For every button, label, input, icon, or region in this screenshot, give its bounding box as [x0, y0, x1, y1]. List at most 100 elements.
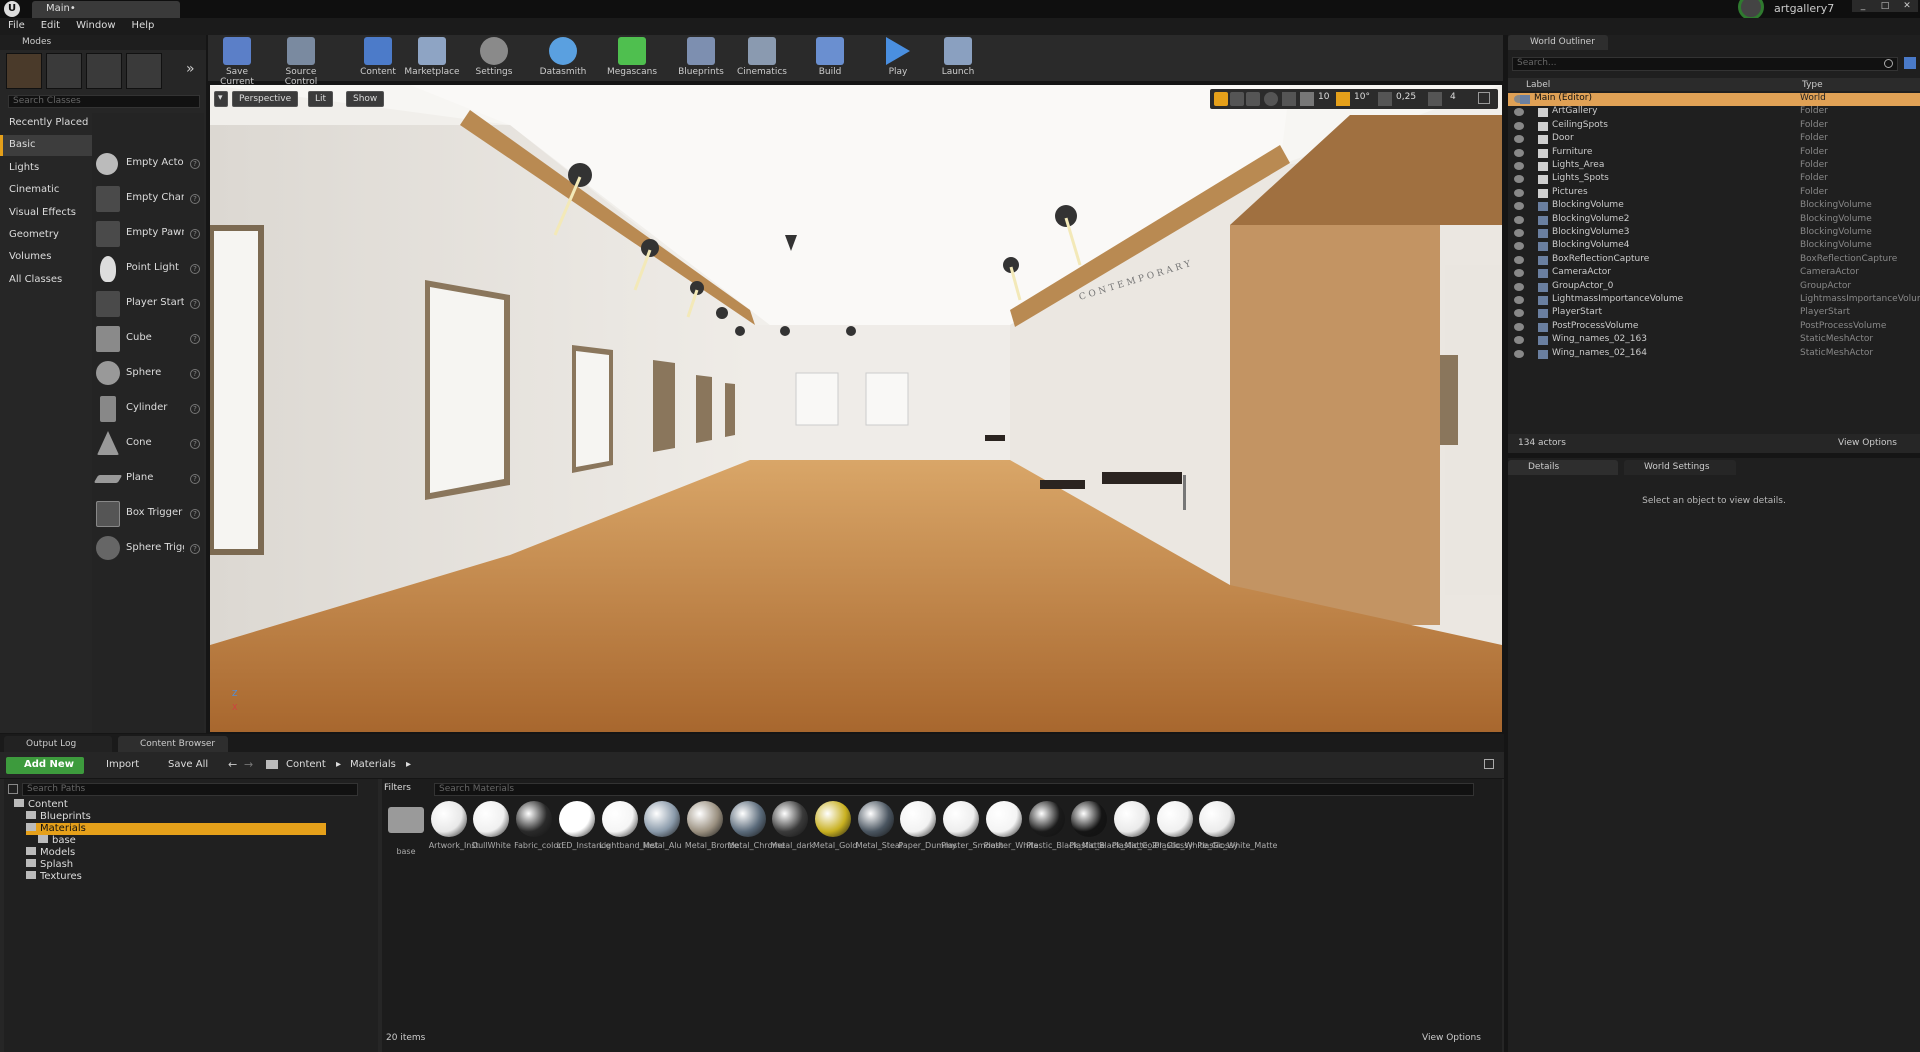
outliner-row[interactable]: BlockingVolume2 BlockingVolume [1508, 214, 1920, 227]
asset-tile[interactable]: Plastic_Color_Glossy [1112, 801, 1193, 871]
asset-tile[interactable]: Metal_Alu [642, 801, 682, 871]
asset-tile[interactable]: Lightband_Inst [600, 801, 658, 871]
asset-tile[interactable]: Plastic_White_Matte [1197, 801, 1277, 871]
visibility-eye-icon[interactable] [1514, 255, 1524, 264]
folder-tree-item[interactable]: Textures [26, 871, 82, 883]
world-local-icon[interactable] [1264, 92, 1278, 106]
world-outliner-tab[interactable]: World Outliner [1508, 35, 1608, 50]
visibility-eye-icon[interactable] [1514, 148, 1524, 157]
camera-speed-value[interactable]: 4 [1450, 92, 1456, 102]
play-button[interactable]: Play [878, 37, 918, 81]
asset-tile[interactable]: base [386, 801, 426, 871]
datasmith-button[interactable]: Datasmith [538, 37, 588, 81]
outliner-row[interactable]: Wing_names_02_164 StaticMeshActor [1508, 348, 1920, 361]
category-cinematic[interactable]: Cinematic [0, 180, 92, 201]
help-icon[interactable]: ? [190, 194, 200, 204]
outliner-row[interactable]: BoxReflectionCapture BoxReflectionCapture [1508, 254, 1920, 267]
perspective-button[interactable]: Perspective [232, 91, 299, 107]
add-new-button[interactable]: Add New [6, 757, 84, 774]
place-item[interactable]: Cylinder? [92, 392, 204, 426]
help-icon[interactable]: ? [190, 544, 200, 554]
category-all-classes[interactable]: All Classes [0, 270, 92, 291]
help-icon[interactable]: ? [190, 404, 200, 414]
folder-tree-item[interactable]: Materials [26, 823, 326, 835]
visibility-eye-icon[interactable] [1514, 242, 1524, 251]
asset-tile[interactable]: Metal_Bronze [685, 801, 739, 871]
category-visual-effects[interactable]: Visual Effects [0, 203, 92, 224]
help-icon[interactable]: ? [190, 159, 200, 169]
lock-icon[interactable] [1484, 759, 1494, 769]
asset-tile[interactable]: LED_Instance [557, 801, 611, 871]
translate-icon[interactable] [1214, 92, 1228, 106]
type-column-header[interactable]: Type [1802, 80, 1823, 90]
scale-snap-icon[interactable] [1378, 92, 1392, 106]
menu-window[interactable]: Window [68, 18, 123, 31]
assets-view-options-button[interactable]: View Options [1422, 1033, 1481, 1043]
visibility-eye-icon[interactable] [1514, 202, 1524, 211]
menu-file[interactable]: File [0, 18, 33, 31]
outliner-row[interactable]: ArtGallery Folder [1508, 106, 1920, 119]
rotation-snap-icon[interactable] [1336, 92, 1350, 106]
visibility-eye-icon[interactable] [1514, 269, 1524, 278]
import-button[interactable]: Import [94, 759, 139, 770]
place-item[interactable]: Box Trigger? [92, 497, 204, 531]
view-options-button[interactable]: View Options [1838, 438, 1897, 448]
asset-tile[interactable]: Metal_dark [770, 801, 814, 871]
breadcrumb-materials[interactable]: Materials [350, 759, 396, 770]
outliner-search-input[interactable]: Search... [1512, 57, 1898, 71]
asset-tile[interactable]: Artwork_Inst [429, 801, 479, 871]
visibility-eye-icon[interactable] [1514, 215, 1524, 224]
paint-mode-icon[interactable] [46, 53, 82, 89]
menu-help[interactable]: Help [124, 18, 163, 31]
output-log-tab[interactable]: Output Log [4, 736, 112, 752]
help-icon[interactable]: ? [190, 334, 200, 344]
details-tab[interactable]: Details [1508, 460, 1618, 475]
place-item[interactable]: Point Light? [92, 252, 204, 286]
save-current-button[interactable]: Save Current [212, 37, 262, 87]
content-button[interactable]: Content [356, 37, 400, 81]
place-mode-icon[interactable] [6, 53, 42, 89]
visibility-eye-icon[interactable] [1514, 175, 1524, 184]
maximize-viewport-icon[interactable] [1478, 92, 1490, 104]
outliner-row[interactable]: LightmassImportanceVolume LightmassImport… [1508, 294, 1920, 307]
scale-icon[interactable] [1246, 92, 1260, 106]
surface-snap-icon[interactable] [1282, 92, 1296, 106]
folder-tree-item[interactable]: Content [14, 799, 68, 811]
camera-speed-icon[interactable] [1428, 92, 1442, 106]
visibility-eye-icon[interactable] [1514, 162, 1524, 170]
landscape-mode-icon[interactable] [86, 53, 122, 89]
help-icon[interactable]: ? [190, 369, 200, 379]
blueprints-button[interactable]: Blueprints [676, 37, 726, 81]
visibility-eye-icon[interactable] [1514, 188, 1524, 197]
asset-tile[interactable]: Metal_Steal [856, 801, 902, 871]
category-recently-placed[interactable]: Recently Placed [0, 113, 92, 134]
folder-tree-item[interactable]: Models [26, 847, 75, 859]
more-modes-icon[interactable]: » [186, 61, 195, 77]
category-volumes[interactable]: Volumes [0, 247, 92, 268]
close-button[interactable]: ✕ [1896, 0, 1918, 12]
marketplace-button[interactable]: Marketplace [404, 37, 460, 81]
search-classes-input[interactable]: Search Classes [8, 95, 200, 108]
grid-size-value[interactable]: 10 [1318, 92, 1329, 102]
place-item[interactable]: Sphere? [92, 357, 204, 391]
category-geometry[interactable]: Geometry [0, 225, 92, 246]
place-item[interactable]: Empty Character? [92, 182, 204, 216]
collapse-sources-icon[interactable] [8, 784, 18, 794]
search-paths-input[interactable]: Search Paths [22, 783, 358, 796]
asset-tile[interactable]: DullWhite [471, 801, 511, 871]
menu-edit[interactable]: Edit [33, 18, 68, 31]
help-icon[interactable]: ? [190, 299, 200, 309]
maximize-button[interactable]: □ [1874, 0, 1896, 12]
help-icon[interactable]: ? [190, 474, 200, 484]
outliner-row[interactable]: PostProcessVolume PostProcessVolume [1508, 321, 1920, 334]
asset-tile[interactable]: Paper_Dummy [898, 801, 957, 871]
outliner-row[interactable]: Furniture Folder [1508, 147, 1920, 160]
rotate-icon[interactable] [1230, 92, 1244, 106]
asset-tile[interactable]: Plaster_White [984, 801, 1039, 871]
asset-tile[interactable]: Plastic_Black_Matte [1027, 801, 1105, 871]
asset-tile[interactable]: Metal_Gold [813, 801, 857, 871]
place-item[interactable]: Cube? [92, 322, 204, 356]
megascans-button[interactable]: Megascans [606, 37, 658, 81]
outliner-row[interactable]: Pictures Folder [1508, 187, 1920, 200]
breadcrumb-content[interactable]: Content [286, 759, 326, 770]
